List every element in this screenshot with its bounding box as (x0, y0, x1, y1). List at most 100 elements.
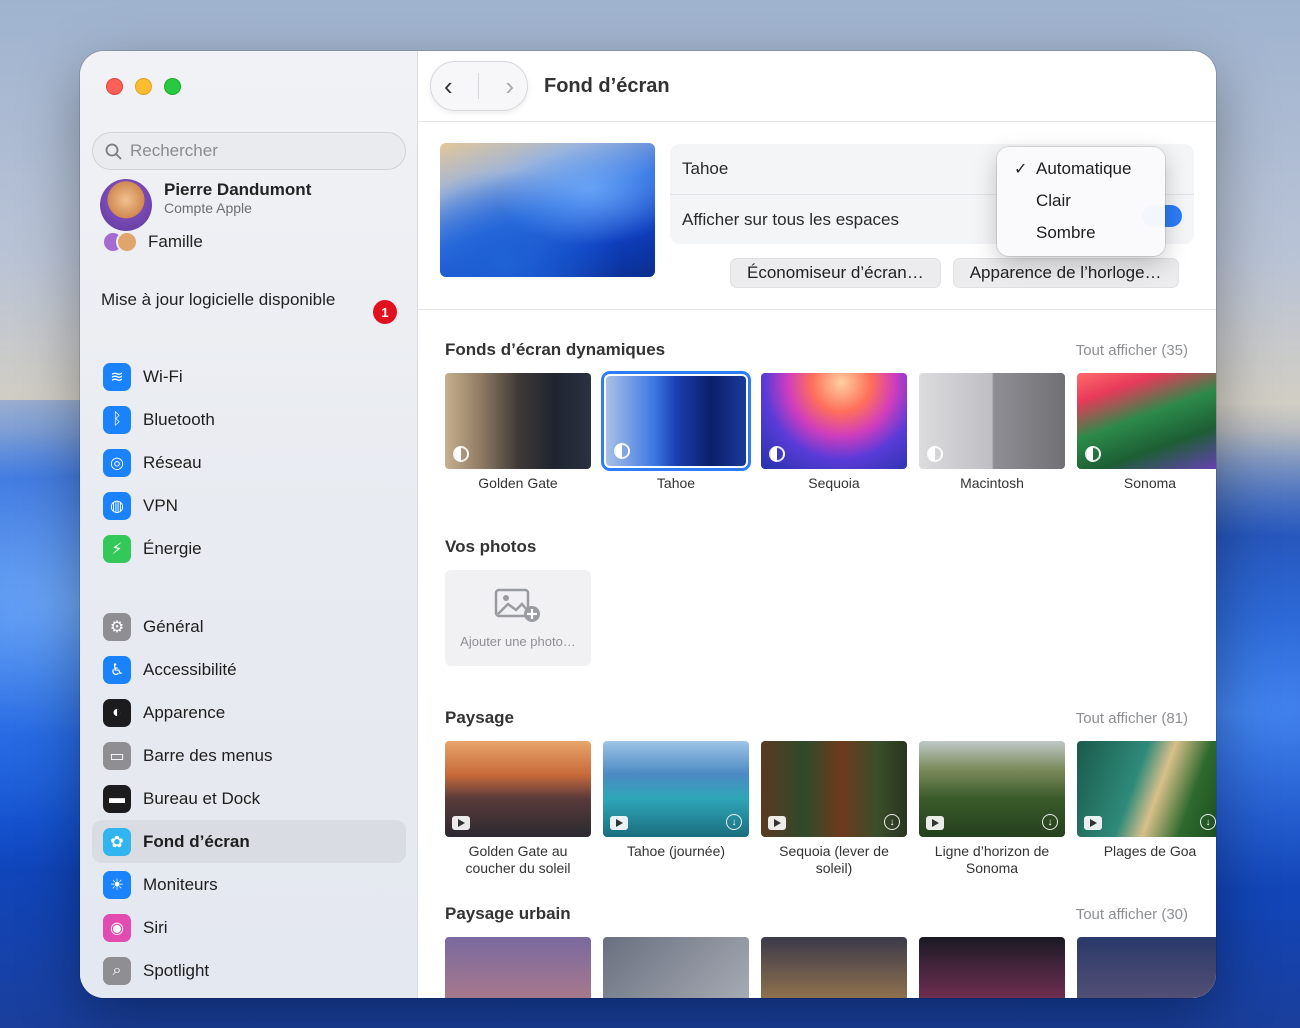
download-icon: ↓ (884, 814, 900, 830)
accessibility-icon: ♿ (103, 655, 131, 684)
display-icon: ☀ (103, 870, 131, 899)
vpn-globe-icon: ◍ (103, 491, 131, 520)
wallpaper-golden-gate-sunset[interactable]: Golden Gate au coucher du soleil (445, 741, 591, 877)
checkmark-icon: ✓ (1014, 161, 1028, 178)
wallpaper-sequoia[interactable]: Sequoia (761, 373, 907, 492)
menu-item-clair[interactable]: Clair (997, 185, 1165, 217)
wallpaper-sonoma-horizon[interactable]: ↓ Ligne d’horizon de Sonoma (919, 741, 1065, 877)
wallpaper-goa-beaches[interactable]: ↓ Plages de Goa (1077, 741, 1216, 877)
urban-show-all[interactable]: Tout afficher (30) (1076, 906, 1188, 923)
sidebar-item-apparence[interactable]: ◐ Apparence (92, 691, 406, 734)
wallpaper-tahoe-day[interactable]: ↓ Tahoe (journée) (603, 741, 749, 877)
download-icon: ↓ (726, 814, 742, 830)
photos-section-header: Vos photos (445, 537, 1188, 557)
sidebar-item-accessibilit[interactable]: ♿ Accessibilité (92, 648, 406, 691)
apple-account[interactable]: Pierre Dandumont Compte Apple (100, 179, 311, 231)
dynamic-icon (769, 446, 785, 462)
clock-appearance-button[interactable]: Apparence de l’horloge… (952, 258, 1179, 288)
sidebar-item-label: Réseau (143, 452, 202, 472)
urban-thumb[interactable] (603, 937, 749, 998)
download-icon: ↓ (1042, 814, 1058, 830)
sidebar-item-label: Apparence (143, 702, 226, 722)
back-button[interactable]: ‹ (444, 73, 453, 99)
software-update-item[interactable]: Mise à jour logicielle disponible (101, 289, 397, 311)
sidebar-item-wi-fi[interactable]: ≋ Wi-Fi (92, 355, 406, 398)
landscape-show-all[interactable]: Tout afficher (81) (1076, 710, 1188, 727)
sidebar-item-vpn[interactable]: ◍ VPN (92, 484, 406, 527)
wallpaper-icon: ✿ (103, 827, 131, 856)
bluetooth-icon: ᛒ (103, 405, 131, 434)
dynamic-title: Fonds d’écran dynamiques (445, 340, 666, 359)
add-photo-button[interactable]: Ajouter une photo… (445, 570, 591, 666)
toolbar: ‹ › Fond d’écran (418, 51, 1216, 122)
wallpaper-name: Tahoe (682, 159, 729, 178)
video-icon (1084, 816, 1102, 830)
wallpaper-golden-gate[interactable]: Golden Gate (445, 373, 591, 492)
dynamic-show-all[interactable]: Tout afficher (35) (1076, 342, 1188, 359)
urban-thumbnails (445, 937, 1216, 998)
sidebar-item-family[interactable]: Famille (102, 231, 203, 253)
sidebar-item-bluetooth[interactable]: ᛒ Bluetooth (92, 398, 406, 441)
menu-item-automatique[interactable]: ✓ Automatique (997, 153, 1165, 185)
sidebar-item-fond-d-cran[interactable]: ✿ Fond d’écran (92, 820, 406, 863)
search-placeholder: Rechercher (130, 141, 218, 160)
urban-thumb[interactable] (1077, 937, 1216, 998)
landscape-thumbnails: Golden Gate au coucher du soleil ↓ Tahoe… (445, 741, 1216, 877)
search-input[interactable]: Rechercher (92, 132, 406, 170)
minimize-button[interactable] (135, 78, 152, 95)
sidebar-item-siri[interactable]: ◉ Siri (92, 906, 406, 949)
close-button[interactable] (106, 78, 123, 95)
sidebar-item-label: Accessibilité (143, 659, 237, 679)
sidebar-item-label: Barre des menus (143, 745, 273, 765)
sidebar-item-g-n-ral[interactable]: ⚙ Général (92, 605, 406, 648)
account-subtitle: Compte Apple (164, 200, 252, 216)
urban-thumb[interactable] (445, 937, 591, 998)
download-icon: ↓ (1200, 814, 1216, 830)
video-icon (452, 816, 470, 830)
wallpaper-tahoe[interactable]: Tahoe (601, 371, 751, 492)
dynamic-icon (614, 443, 630, 459)
sidebar: Rechercher Pierre Dandumont Compte Apple… (80, 51, 418, 998)
family-avatars (102, 231, 138, 253)
menu-item-sombre[interactable]: Sombre (997, 217, 1165, 249)
urban-thumb[interactable] (761, 937, 907, 998)
zoom-button[interactable] (164, 78, 181, 95)
dynamic-icon (1085, 446, 1101, 462)
sidebar-item-barre-des-menus[interactable]: ▭ Barre des menus (92, 734, 406, 777)
nav-buttons: ‹ › (430, 61, 528, 111)
landscape-section-header: Paysage Tout afficher (81) (445, 708, 1188, 728)
urban-thumb[interactable] (919, 937, 1065, 998)
dynamic-icon (453, 446, 469, 462)
window-controls (106, 78, 181, 95)
avatar (100, 179, 152, 231)
forward-button[interactable]: › (505, 73, 514, 99)
sidebar-item-r-seau[interactable]: ◎ Réseau (92, 441, 406, 484)
dynamic-section-header: Fonds d’écran dynamiques Tout afficher (… (445, 340, 1188, 360)
settings-window: Rechercher Pierre Dandumont Compte Apple… (80, 51, 1216, 998)
sidebar-group-network: ≋ Wi-Fi ᛒ Bluetooth ◎ Réseau ◍ VPN ⚡ Énergie (92, 355, 406, 570)
sidebar-item-bureau-et-dock[interactable]: ▬ Bureau et Dock (92, 777, 406, 820)
wallpaper-sequoia-sunrise[interactable]: ↓ Sequoia (lever de soleil) (761, 741, 907, 877)
sidebar-item-spotlight[interactable]: ⌕ Spotlight (92, 949, 406, 992)
update-badge: 1 (373, 300, 397, 324)
add-photo-icon (494, 588, 540, 622)
dynamic-icon (927, 446, 943, 462)
sidebar-group-system: ⚙ Général ♿ Accessibilité ◐ Apparence ▭ Barre d… (92, 605, 406, 992)
wallpaper-sonoma[interactable]: Sonoma (1077, 373, 1216, 492)
current-wallpaper-preview (440, 143, 655, 277)
sidebar-item-nergie[interactable]: ⚡ Énergie (92, 527, 406, 570)
wallpaper-macintosh[interactable]: Macintosh (919, 373, 1065, 492)
video-icon (610, 816, 628, 830)
show-all-spaces-label: Afficher sur tous les espaces (682, 209, 900, 229)
account-name: Pierre Dandumont (164, 180, 312, 199)
video-icon (768, 816, 786, 830)
screensaver-button[interactable]: Économiseur d’écran… (730, 258, 941, 288)
spotlight-icon: ⌕ (103, 956, 131, 985)
sidebar-item-moniteurs[interactable]: ☀ Moniteurs (92, 863, 406, 906)
sidebar-item-label: Bureau et Dock (143, 788, 261, 808)
wifi-icon: ≋ (103, 362, 131, 391)
sidebar-item-label: Général (143, 616, 204, 636)
appearance-dropdown-menu: ✓ Automatique Clair Sombre (997, 147, 1165, 256)
sidebar-item-label: VPN (143, 495, 178, 515)
bolt-icon: ⚡ (103, 534, 131, 563)
